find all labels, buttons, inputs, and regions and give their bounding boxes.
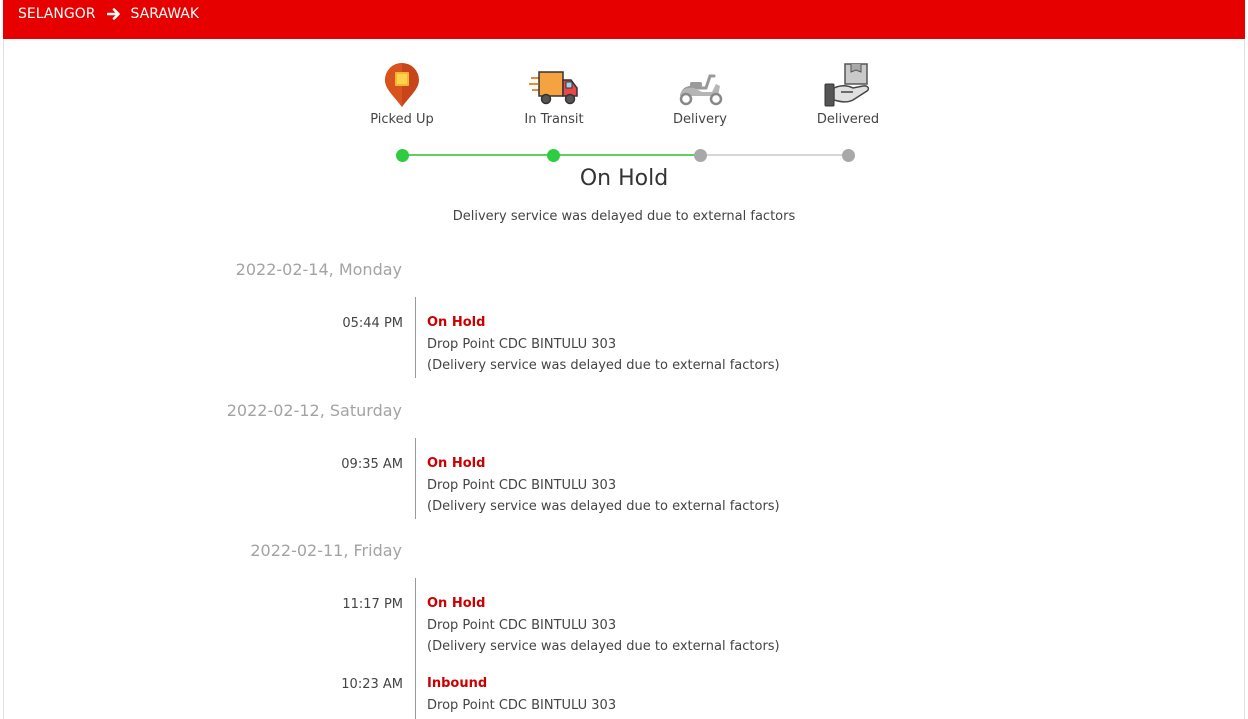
timeline-divider [415,438,416,519]
event-status: On Hold [427,456,486,471]
step-dot-picked-up [396,149,409,162]
event-location: Drop Point CDC BINTULU 303 [427,336,617,352]
scooter-icon [679,74,723,106]
event-time: 05:44 PM [342,316,403,331]
step-delivered: Delivered [788,62,908,127]
event-location: Drop Point CDC BINTULU 303 [427,617,617,633]
timeline-event: Inbound Drop Point CDC BINTULU 303 [427,673,616,716]
timeline-date: 2022-02-12, Saturday [226,401,402,420]
event-time: 10:23 AM [341,677,403,692]
progress-track [0,149,1248,162]
origin-label: SELANGOR [18,5,96,22]
step-dot-delivered [842,149,855,162]
event-status: On Hold [427,315,486,330]
event-note: (Delivery service was delayed due to ext… [427,358,780,373]
route: SELANGOR SARAWAK [18,6,199,22]
step-dot-delivery [694,149,707,162]
status-description: Delivery service was delayed due to exte… [452,209,796,224]
step-dot-in-transit [547,149,560,162]
timeline-divider [415,297,416,378]
delivery-truck-icon [529,71,578,105]
timeline-date: 2022-02-11, Friday [250,541,402,560]
event-location: Drop Point CDC BINTULU 303 [427,477,617,493]
event-time: 11:17 PM [342,597,403,612]
event-note: (Delivery service was delayed due to ext… [427,499,780,514]
step-label: Picked Up [370,112,434,127]
event-time: 09:35 AM [341,457,403,472]
arrow-right-icon [106,7,120,20]
event-location: Drop Point CDC BINTULU 303 [427,697,617,713]
step-label: In Transit [524,112,584,127]
step-label: Delivery [673,112,727,127]
step-in-transit: In Transit [494,62,614,127]
status-title: On Hold [579,166,669,191]
timeline-event: On Hold Drop Point CDC BINTULU 303 (Deli… [427,312,780,377]
timeline-event: On Hold Drop Point CDC BINTULU 303 (Deli… [427,593,780,658]
timeline-divider [415,578,416,719]
track-pending-line [700,154,848,156]
location-pin-icon [385,63,419,107]
step-picked-up: Picked Up [342,62,462,127]
destination-label: SARAWAK [130,5,200,22]
event-status: Inbound [427,676,488,691]
timeline-event: On Hold Drop Point CDC BINTULU 303 (Deli… [427,453,780,518]
step-delivery: Delivery [640,62,760,127]
route-header: SELANGOR SARAWAK [3,0,1245,39]
event-note: (Delivery service was delayed due to ext… [427,639,780,654]
event-status: On Hold [427,596,486,611]
package-in-hand-icon [824,63,870,107]
step-label: Delivered [816,112,880,127]
progress-steps: Picked Up In Transit Delivery Delivered [0,62,1248,132]
timeline-date: 2022-02-14, Monday [235,260,402,279]
